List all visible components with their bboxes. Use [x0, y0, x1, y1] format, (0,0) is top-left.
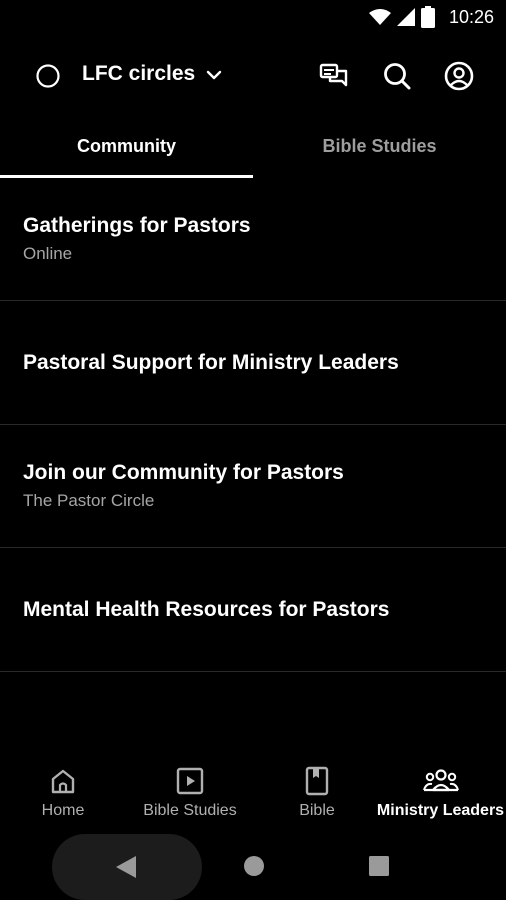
home-button-icon[interactable] — [243, 855, 265, 877]
search-icon[interactable] — [381, 60, 413, 92]
list-item-subtitle: Online — [23, 244, 73, 263]
chat-icon[interactable] — [318, 60, 350, 92]
tab-community[interactable]: Community — [0, 120, 253, 178]
circle-icon[interactable] — [35, 63, 61, 89]
home-icon — [51, 769, 75, 794]
system-navigation-bar — [0, 832, 506, 900]
list-item-title: Gatherings for Pastors — [23, 214, 251, 237]
people-icon — [422, 769, 459, 792]
tab-label: Community — [77, 136, 176, 156]
list-item[interactable]: Join our Community for Pastors The Pasto… — [0, 425, 506, 548]
list-item[interactable]: Gatherings for Pastors Online — [0, 178, 506, 301]
list-item-subtitle: The Pastor Circle — [23, 491, 155, 510]
circle-selector-title[interactable]: LFC circles — [82, 62, 195, 86]
bottom-navigation: Home Bible Studies Bible Ministry Leader… — [0, 758, 506, 830]
wifi-icon — [368, 9, 391, 25]
tab-label: Bible Studies — [322, 136, 437, 156]
play-icon — [176, 767, 204, 795]
circle-list: Gatherings for Pastors Online Pastoral S… — [0, 178, 506, 672]
nav-bible[interactable]: Bible — [285, 758, 349, 830]
nav-label: Home — [41, 802, 85, 819]
nav-label: Ministry Leaders — [376, 802, 505, 819]
list-item-title: Join our Community for Pastors — [23, 461, 344, 484]
nav-bible-studies[interactable]: Bible Studies — [136, 758, 244, 830]
tab-bible-studies[interactable]: Bible Studies — [253, 120, 506, 178]
back-button[interactable] — [52, 834, 202, 900]
nav-label: Bible Studies — [143, 802, 237, 819]
book-icon — [305, 766, 329, 796]
status-time: 10:26 — [448, 6, 494, 27]
nav-ministry-leaders[interactable]: Ministry Leaders — [377, 758, 504, 830]
battery-icon — [420, 6, 435, 28]
back-icon — [116, 856, 136, 878]
app-bar: LFC circles — [0, 50, 506, 100]
chevron-down-icon[interactable] — [205, 66, 223, 84]
tab-bar: Community Bible Studies — [0, 120, 506, 178]
list-item[interactable]: Pastoral Support for Ministry Leaders — [0, 301, 506, 425]
list-item-title: Mental Health Resources for Pastors — [23, 597, 390, 621]
account-icon[interactable] — [443, 60, 475, 92]
recents-icon[interactable] — [369, 856, 389, 876]
signal-icon — [396, 8, 415, 26]
list-item[interactable]: Mental Health Resources for Pastors — [0, 548, 506, 672]
nav-home[interactable]: Home — [20, 758, 106, 830]
status-bar: 10:26 — [0, 0, 506, 36]
nav-label: Bible — [299, 802, 335, 819]
list-item-title: Pastoral Support for Ministry Leaders — [23, 350, 399, 374]
